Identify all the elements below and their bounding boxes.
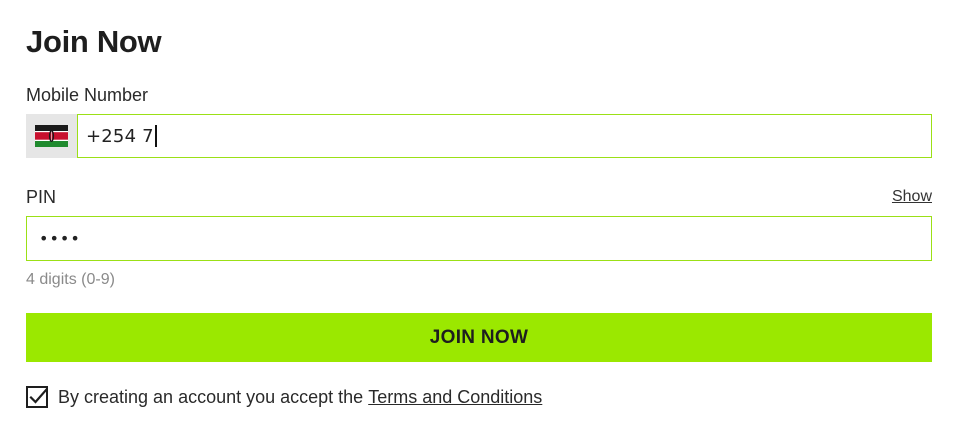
mobile-number-field: +254 7 xyxy=(26,114,932,158)
text-caret xyxy=(154,125,157,147)
pin-label: PIN xyxy=(26,187,57,207)
country-code-selector[interactable] xyxy=(26,114,77,158)
mobile-number-value: +254 7 xyxy=(86,125,154,147)
terms-row: By creating an account you accept the Te… xyxy=(26,384,542,410)
pin-hint: 4 digits (0-9) xyxy=(26,271,115,288)
terms-and-conditions-link[interactable]: Terms and Conditions xyxy=(368,387,542,408)
mobile-number-input[interactable]: +254 7 xyxy=(77,114,932,158)
terms-checkbox[interactable] xyxy=(26,386,48,408)
kenya-flag-icon xyxy=(35,125,68,147)
terms-text: By creating an account you accept the xyxy=(58,386,364,407)
pin-input[interactable]: •••• xyxy=(26,216,932,261)
show-pin-link[interactable]: Show xyxy=(892,187,932,207)
mobile-number-label: Mobile Number xyxy=(26,85,149,105)
page-title: Join Now xyxy=(26,24,162,59)
pin-masked-value: •••• xyxy=(39,229,81,248)
join-now-button[interactable]: JOIN NOW xyxy=(26,313,932,362)
